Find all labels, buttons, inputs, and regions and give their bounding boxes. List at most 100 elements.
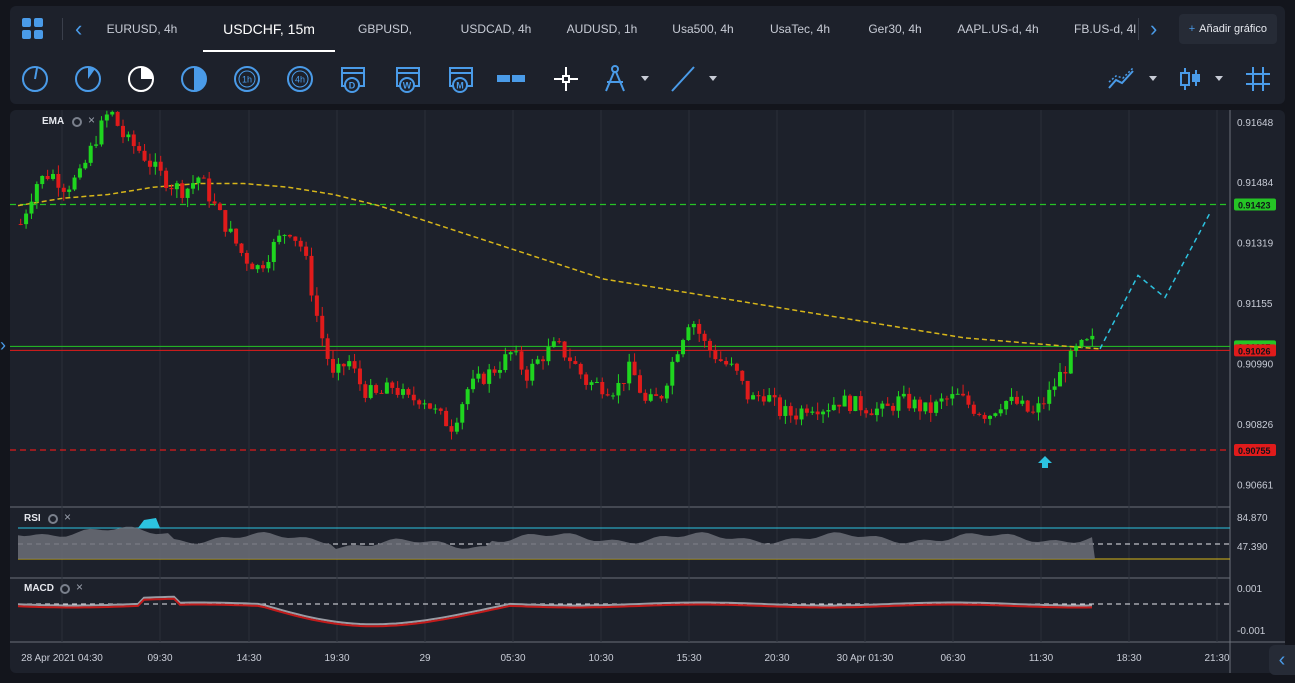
clock-30m-icon[interactable] [179,64,209,94]
candle-body [761,396,766,402]
tab-ger30[interactable]: Ger30, 4h [855,6,935,52]
tab-eurusd[interactable]: EURUSD, 4h [102,6,182,52]
candle-body [998,409,1003,414]
tab-usdcad[interactable]: USDCAD, 4h [456,6,536,52]
candle-body [406,389,411,395]
calendar-week-icon[interactable]: W [393,64,423,94]
time-tick-label: 29 [419,653,431,664]
candle-body [234,228,239,244]
candle-body [185,188,190,198]
candle-body [627,361,632,384]
candle-body [514,351,519,353]
tab-aapl[interactable]: AAPL.US-d, 4h [953,6,1043,52]
candle-body [191,183,196,189]
candle-body [1068,350,1073,374]
clock-5m-icon[interactable] [73,64,103,94]
candle-body [611,395,616,397]
price-marker-label: 0.91423 [1238,200,1271,210]
tab-usdchf[interactable]: USDCHF, 15m [203,6,335,52]
candle-body [454,422,459,432]
clock-4h-icon[interactable]: 4h [285,64,315,94]
ema-settings-gear-icon[interactable] [72,117,82,127]
candle-body [169,187,174,190]
left-panel-toggle-chevron-icon[interactable]: › [0,335,6,356]
tab-gbpusd[interactable]: GBPUSD, 15m [345,6,425,82]
candle-body [261,265,266,269]
ema-close-icon[interactable]: × [88,113,95,127]
tabs-next-chevron-icon[interactable]: › [1150,18,1164,40]
macd-close-icon[interactable]: × [76,580,83,594]
price-chart[interactable]: 0.91648 0.91484 0.91319 0.91155 0.90990 0.908… [10,110,1285,673]
candle-body [503,354,508,370]
candle-body [121,125,126,138]
calendar-month-icon[interactable]: M [446,64,476,94]
candle-body [519,351,524,370]
candle-body [799,408,804,420]
indicators-icon[interactable] [1106,64,1136,94]
candle-body [987,415,992,419]
crosshair-icon[interactable] [551,64,581,94]
ema-line [17,182,1101,350]
calendar-day-icon[interactable]: D [338,64,368,94]
compass-dropdown-caret-icon[interactable] [641,76,649,81]
collapse-panel-chevron-icon[interactable]: ‹ [1269,645,1295,675]
candle-body [492,369,497,373]
candle-body [605,394,610,396]
candle-body [1025,400,1030,412]
clock-1h-icon[interactable]: 1h [232,64,262,94]
candle-body [955,393,960,395]
tab-usatec[interactable]: UsaTec, 4h [760,6,840,52]
trendline-dropdown-caret-icon[interactable] [709,76,717,81]
candle-body [180,183,185,198]
tab-fb[interactable]: FB.US-d, 4l [1070,6,1140,52]
candle-body [977,413,982,415]
rsi-axis-mid: 47.390 [1237,542,1268,553]
candle-body [153,161,158,167]
candle-body [352,361,357,369]
candle-body [675,354,680,362]
time-tick-label: 30 Apr 01:30 [837,653,894,664]
rsi-settings-gear-icon[interactable] [48,514,58,524]
divider [62,18,63,40]
candle-body [314,295,319,316]
price-tick-label: 0.90990 [1237,360,1274,371]
candle-body [578,363,583,375]
candle-body [449,426,454,432]
candle-body [535,359,540,364]
candle-body [546,347,551,362]
horizontal-line-tool-icon[interactable] [496,64,526,94]
candle-body [944,398,949,400]
macd-label: MACD [24,583,54,594]
candle-body [858,396,863,411]
candle-body [341,363,346,367]
candle-body [702,333,707,341]
rsi-close-icon[interactable]: × [64,510,71,524]
trendline-tool-icon[interactable] [668,64,698,94]
chart-panel[interactable]: 0.91648 0.91484 0.91319 0.91155 0.90990 0.908… [10,110,1285,673]
candlestick-type-icon[interactable] [1175,64,1205,94]
clock-1m-icon[interactable] [20,64,50,94]
time-tick-label: 09:30 [147,653,172,664]
add-chart-button[interactable]: + Añadir gráfico [1178,14,1277,44]
clock-15m-icon[interactable] [126,64,156,94]
rsi-area [18,526,1095,559]
compass-drawing-tool-icon[interactable] [600,64,630,94]
rsi-overbought-fill [138,518,160,528]
tabs-prev-chevron-icon[interactable]: ‹ [75,18,89,40]
candle-body [729,363,734,365]
chart-type-dropdown-caret-icon[interactable] [1215,76,1223,81]
candle-body [460,404,465,423]
macd-settings-gear-icon[interactable] [60,584,70,594]
candle-body [223,210,228,232]
candle-body [1031,411,1036,413]
indicators-dropdown-caret-icon[interactable] [1149,76,1157,81]
layout-grid-icon[interactable] [22,18,44,40]
candle-body [438,408,443,411]
tab-audusd[interactable]: AUDUSD, 1h [562,6,642,52]
candle-body [368,385,373,398]
candle-body [1020,400,1025,404]
candle-body [1079,339,1084,347]
tab-usa500[interactable]: Usa500, 4h [663,6,743,52]
grid-toggle-icon[interactable] [1243,64,1273,94]
time-tick-label: 18:30 [1116,653,1141,664]
